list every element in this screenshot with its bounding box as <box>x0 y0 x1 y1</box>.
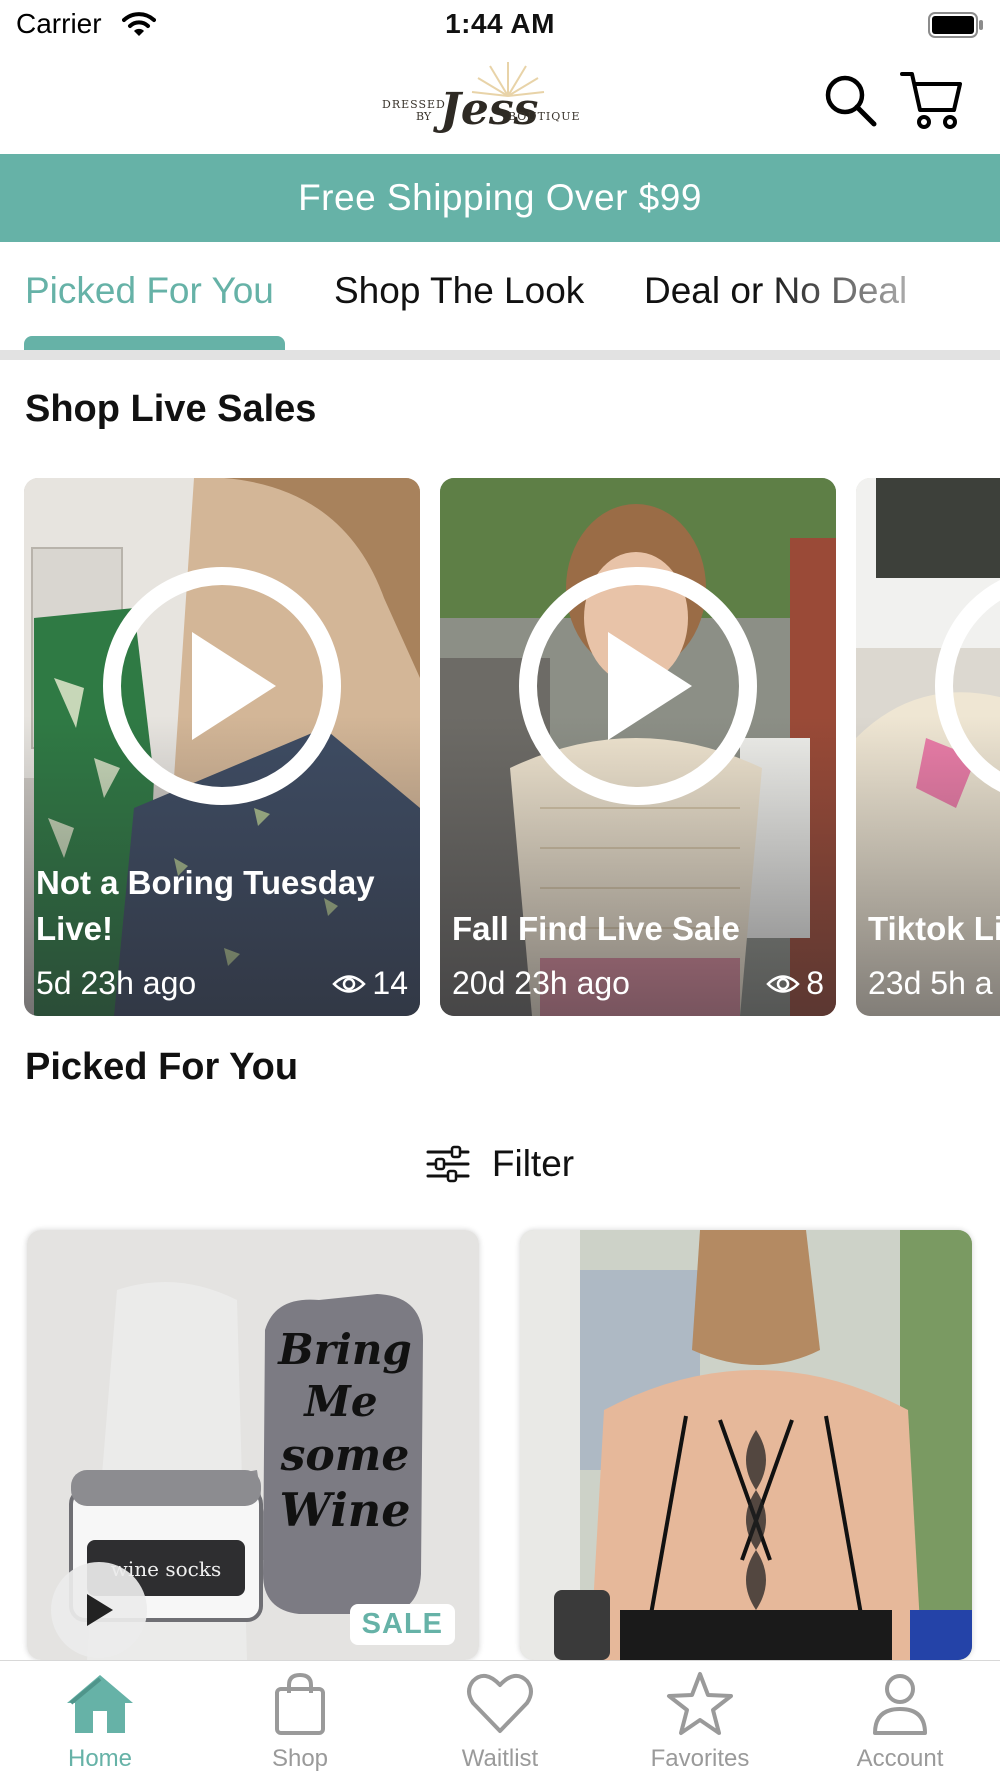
cart-icon[interactable] <box>900 68 964 132</box>
nav-label-home: Home <box>67 1745 133 1772</box>
nav-favorites[interactable]: Favorites <box>600 1671 800 1778</box>
category-tabs: Picked For You Shop The Look Deal or No … <box>0 242 1000 360</box>
svg-text:Wine: Wine <box>279 1483 410 1537</box>
battery-icon <box>928 12 983 38</box>
view-count: 14 <box>332 965 408 1002</box>
live-sale-card[interactable]: Fall Find Live Sale 20d 23h ago 8 <box>440 478 836 1016</box>
live-sale-card[interactable]: Tiktok Li 23d 5h a <box>856 478 1000 1016</box>
active-tab-indicator <box>24 336 285 350</box>
live-sales-carousel[interactable]: Not a Boring Tuesday Live! 5d 23h ago 14 <box>0 478 1000 1016</box>
app-header: DRESSED BY Jess BOUTIQUE <box>0 50 1000 154</box>
live-sale-time: 5d 23h ago <box>36 965 197 1001</box>
nav-shop[interactable]: Shop <box>200 1671 400 1778</box>
product-image <box>520 1230 972 1660</box>
filter-label: Filter <box>491 1143 575 1184</box>
product-video-button[interactable] <box>51 1562 147 1658</box>
boutique-logo[interactable]: DRESSED BY Jess BOUTIQUE <box>380 56 586 144</box>
heart-icon <box>467 1673 533 1733</box>
nav-label-waitlist: Waitlist <box>461 1745 539 1772</box>
live-sale-card[interactable]: Not a Boring Tuesday Live! 5d 23h ago 14 <box>24 478 420 1016</box>
section-title-picked-for-you: Picked For You <box>25 1046 299 1088</box>
product-card[interactable] <box>520 1230 972 1660</box>
sale-badge: SALE <box>349 1604 455 1645</box>
view-count-value: 8 <box>806 965 824 1001</box>
search-icon[interactable] <box>822 72 878 128</box>
play-icon[interactable] <box>516 564 760 808</box>
live-sale-time: 23d 5h a <box>868 965 993 1001</box>
svg-text:DRESSED: DRESSED <box>382 98 446 111</box>
live-sale-title: Fall Find Live Sale <box>452 910 740 947</box>
live-sale-title: Tiktok Li <box>868 910 1000 947</box>
filter-button[interactable]: Filter <box>0 1138 1000 1190</box>
star-icon <box>667 1672 733 1735</box>
person-icon <box>873 1674 927 1735</box>
nav-waitlist[interactable]: Waitlist <box>400 1671 600 1778</box>
filter-sliders-icon <box>426 1145 470 1183</box>
nav-account[interactable]: Account <box>800 1671 1000 1778</box>
play-icon <box>87 1594 113 1626</box>
tabs-divider <box>0 350 1000 360</box>
nav-label-account: Account <box>856 1745 944 1772</box>
status-bar: Carrier 1:44 AM <box>0 0 1000 50</box>
tab-picked-for-you[interactable]: Picked For You <box>25 270 274 312</box>
section-title-live-sales: Shop Live Sales <box>25 388 317 430</box>
svg-text:Bring: Bring <box>277 1325 412 1374</box>
nav-label-shop: Shop <box>271 1745 329 1772</box>
live-sale-title: Not a Boring Tuesday Live! <box>36 864 375 947</box>
tab-overflow-fade <box>760 242 1000 342</box>
svg-text:some: some <box>280 1430 410 1481</box>
live-sale-time: 20d 23h ago <box>452 965 630 1001</box>
svg-text:Me: Me <box>302 1377 377 1426</box>
nav-label-favorites: Favorites <box>650 1745 750 1772</box>
eye-icon <box>766 974 800 993</box>
play-icon[interactable] <box>932 564 1000 808</box>
eye-icon <box>332 974 367 993</box>
product-card[interactable]: wine socks Bring Me some Wine SALE <box>27 1230 479 1660</box>
view-count: 8 <box>766 965 824 1002</box>
home-icon <box>67 1675 133 1733</box>
svg-text:BOUTIQUE: BOUTIQUE <box>508 110 581 123</box>
status-time: 1:44 AM <box>445 8 555 39</box>
svg-text:BY: BY <box>416 110 432 123</box>
promo-text: Free Shipping Over $99 <box>298 177 702 218</box>
shopping-bag-icon <box>275 1672 325 1735</box>
tab-shop-the-look[interactable]: Shop The Look <box>334 270 584 312</box>
bottom-tab-bar: Home Shop Waitlist Favorites Account <box>0 1660 1000 1778</box>
play-icon[interactable] <box>100 564 344 808</box>
promo-banner[interactable]: Free Shipping Over $99 <box>0 154 1000 242</box>
nav-home[interactable]: Home <box>0 1671 200 1778</box>
view-count-value: 14 <box>372 965 408 1001</box>
